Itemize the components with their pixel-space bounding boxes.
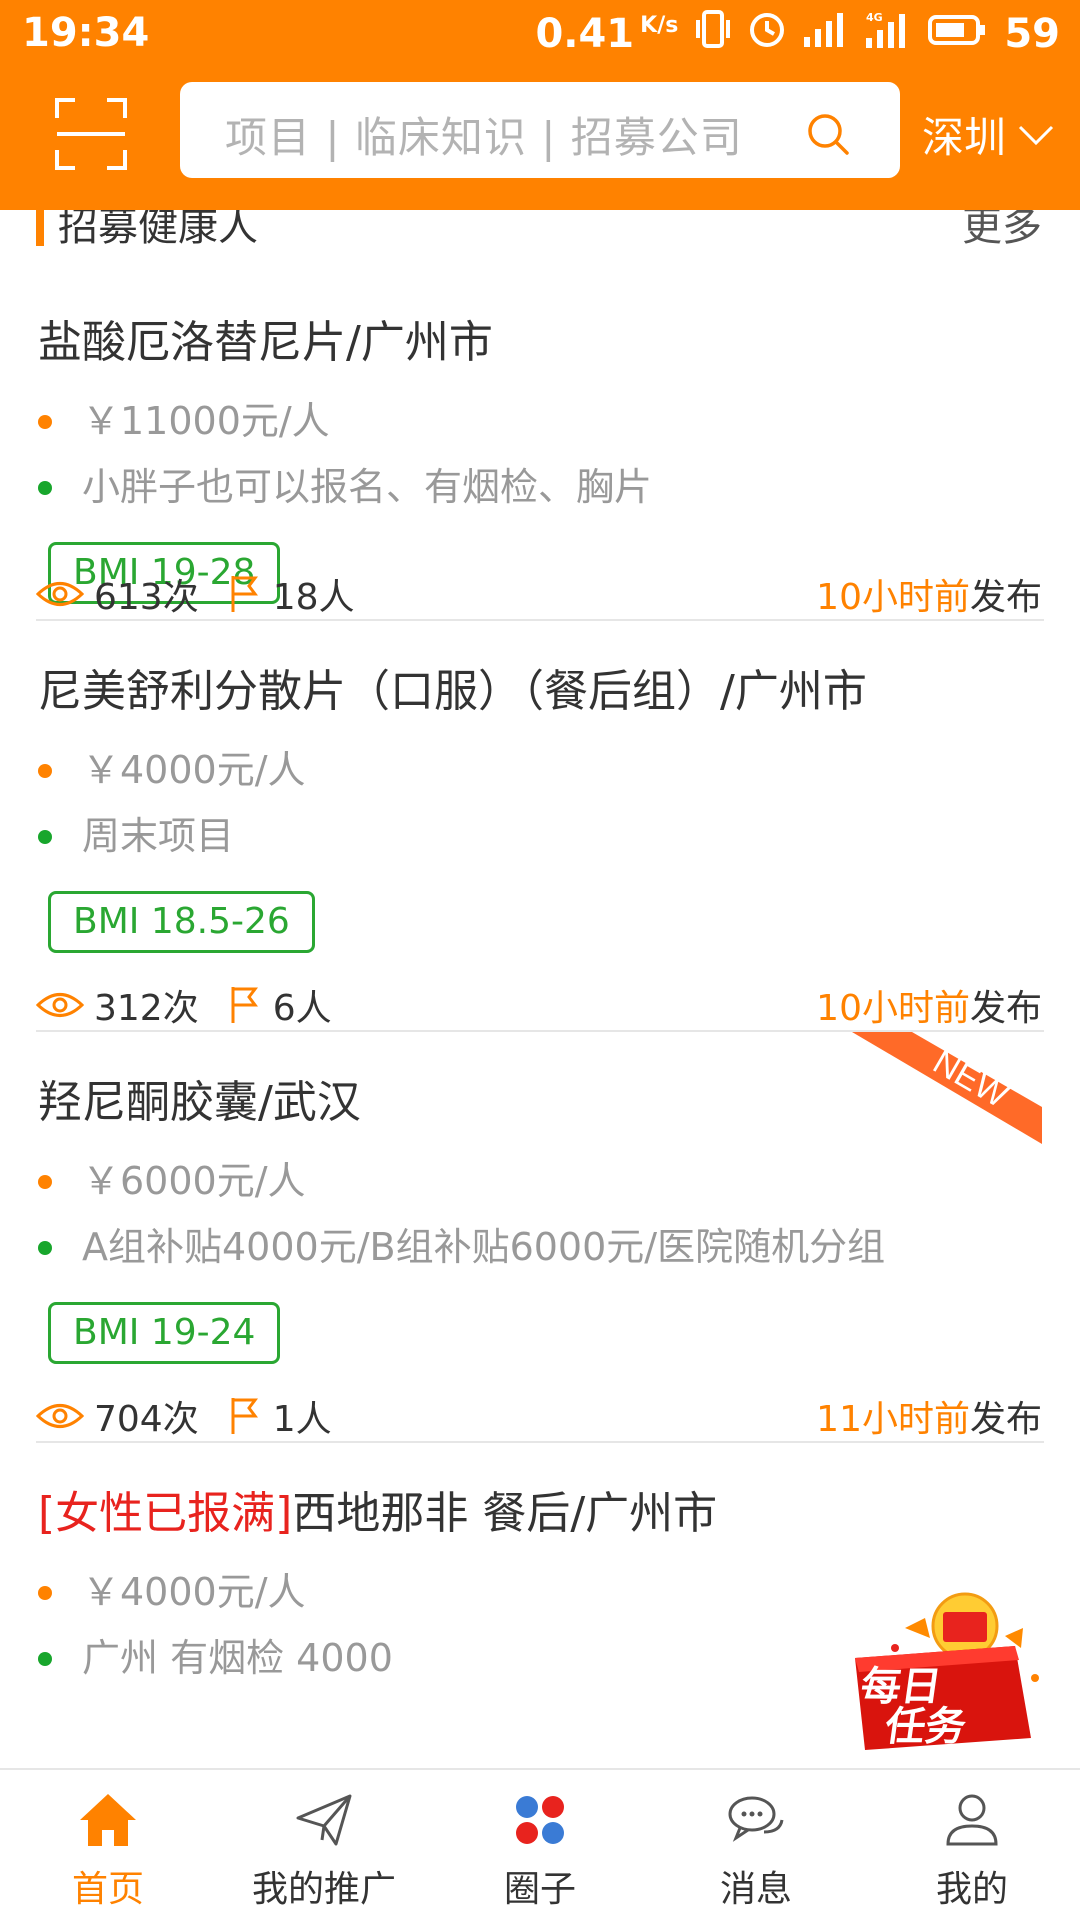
new-ribbon: NEW xyxy=(852,1032,1042,1144)
battery-icon xyxy=(928,11,986,57)
project-card[interactable]: 盐酸厄洛替尼片/广州市 ￥11000元/人 小胖子也可以报名、有烟检、胸片 BM… xyxy=(0,210,1080,621)
chevron-down-icon xyxy=(1018,125,1054,145)
bullet-dot xyxy=(38,1585,52,1600)
bmi-badge: BMI 18.5-26 xyxy=(48,891,315,953)
project-price: ￥4000元/人 xyxy=(82,1570,306,1614)
project-note: 广州 有烟检 4000 xyxy=(82,1636,393,1680)
chat-icon xyxy=(728,1796,784,1842)
bmi-badge: BMI 19-24 xyxy=(48,1302,281,1364)
project-title: [女性已报满]西地那非 餐后/广州市 xyxy=(38,1488,718,1539)
note-line: 广州 有烟检 4000 xyxy=(38,1627,393,1682)
paper-plane-icon xyxy=(296,1794,352,1846)
project-title: 盐酸厄洛替尼片/广州市 xyxy=(38,317,493,368)
flag-icon xyxy=(231,987,258,1023)
nav-circles[interactable]: 圈子 xyxy=(432,1770,648,1922)
project-note: 小胖子也可以报名、有烟检、胸片 xyxy=(82,465,653,509)
price-line: ￥4000元/人 xyxy=(38,739,306,794)
daily-task-button[interactable]: 每日 任务 xyxy=(835,1588,1055,1758)
signup-count: 1人 xyxy=(272,1399,332,1440)
eye-icon xyxy=(36,993,84,1017)
price-line: ￥6000元/人 xyxy=(38,1150,306,1205)
project-flag: [女性已报满] xyxy=(38,1488,293,1539)
speed-value: 0.41 xyxy=(535,11,635,57)
city-selector[interactable]: 深圳 xyxy=(922,104,1054,165)
nav-label: 首页 xyxy=(71,1869,144,1910)
battery-level: 59 xyxy=(1004,11,1060,57)
nav-label: 我的推广 xyxy=(251,1869,396,1910)
note-line: 周末项目 xyxy=(38,805,234,860)
status-bar: 19:34 0.41 K/s 4G 59 xyxy=(0,0,1080,70)
project-stats: 704次 1人 xyxy=(36,1390,332,1442)
city-label: 深圳 xyxy=(922,113,1007,162)
project-list[interactable]: 招募健康人 更多 盐酸厄洛替尼片/广州市 ￥11000元/人 小胖子也可以报名、… xyxy=(0,210,1080,1768)
home-icon xyxy=(80,1794,136,1846)
svg-text:每日: 每日 xyxy=(858,1664,944,1710)
circles-icon xyxy=(516,1796,564,1844)
project-note: 周末项目 xyxy=(82,814,235,858)
nav-label: 消息 xyxy=(719,1869,792,1910)
svg-text:4G: 4G xyxy=(866,11,883,24)
view-count: 704次 xyxy=(94,1399,199,1440)
bullet-dot xyxy=(38,763,52,778)
search-input[interactable]: 项目 | 临床知识 | 招募公司 xyxy=(180,82,900,178)
status-icons: 0.41 K/s 4G 59 xyxy=(535,10,1060,58)
project-title: 尼美舒利分散片（口服）（餐后组）/广州市 xyxy=(38,666,867,717)
scan-button[interactable] xyxy=(55,98,127,170)
bullet-dot xyxy=(38,1651,52,1666)
signup-count: 6人 xyxy=(272,988,332,1029)
signal-4g-icon: 4G xyxy=(864,10,910,58)
svg-text:任务: 任务 xyxy=(882,1704,968,1750)
project-price: ￥11000元/人 xyxy=(82,399,330,443)
project-stats: 312次 6人 xyxy=(36,979,332,1031)
bullet-dot xyxy=(38,1174,52,1189)
nav-label: 圈子 xyxy=(503,1869,576,1910)
speed-unit: K/s xyxy=(640,13,679,38)
price-line: ￥11000元/人 xyxy=(38,390,330,445)
project-card[interactable]: 尼美舒利分散片（口服）（餐后组）/广州市 ￥4000元/人 周末项目 BMI 1… xyxy=(0,621,1080,1032)
project-price: ￥4000元/人 xyxy=(82,748,306,792)
project-note: A组补贴4000元/B组补贴6000元/医院随机分组 xyxy=(82,1225,886,1269)
scan-icon xyxy=(55,98,127,170)
nav-promotion[interactable]: 我的推广 xyxy=(216,1770,432,1922)
top-header: 19:34 0.41 K/s 4G 59 项目 | 临床知识 | 招募公司 深圳 xyxy=(0,0,1080,210)
flag-icon xyxy=(231,1398,258,1434)
eye-icon xyxy=(36,1404,84,1428)
vibrate-icon xyxy=(696,10,731,58)
project-card[interactable]: NEW 羟尼酮胶囊/武汉 ￥6000元/人 A组补贴4000元/B组补贴6000… xyxy=(0,1032,1080,1443)
bullet-dot xyxy=(38,480,52,495)
price-line: ￥4000元/人 xyxy=(38,1561,306,1616)
search-placeholder: 项目 | 临床知识 | 招募公司 xyxy=(225,113,743,162)
posted-time: 10小时前发布 xyxy=(816,577,1042,618)
note-line: 小胖子也可以报名、有烟检、胸片 xyxy=(38,456,652,511)
status-time: 19:34 xyxy=(22,10,150,56)
posted-time: 11小时前发布 xyxy=(816,1399,1042,1440)
nav-messages[interactable]: 消息 xyxy=(648,1770,864,1922)
svg-text:NEW: NEW xyxy=(927,1043,1015,1116)
project-stats: 613次 18人 xyxy=(36,568,355,620)
view-count: 613次 xyxy=(94,577,199,618)
posted-time: 10小时前发布 xyxy=(816,988,1042,1029)
bullet-dot xyxy=(38,1240,52,1255)
network-speed: 0.41 K/s xyxy=(535,11,678,57)
flag-icon xyxy=(231,576,258,612)
nav-profile[interactable]: 我的 xyxy=(864,1770,1080,1922)
view-count: 312次 xyxy=(94,988,199,1029)
search-icon[interactable] xyxy=(806,112,850,156)
alarm-icon xyxy=(748,10,786,58)
signal-icon xyxy=(804,11,846,57)
nav-home[interactable]: 首页 xyxy=(0,1770,216,1922)
bullet-dot xyxy=(38,829,52,844)
project-title: 羟尼酮胶囊/武汉 xyxy=(38,1077,361,1128)
project-price: ￥6000元/人 xyxy=(82,1159,306,1203)
nav-label: 我的 xyxy=(935,1869,1008,1910)
signup-count: 18人 xyxy=(272,577,355,618)
bullet-dot xyxy=(38,414,52,429)
user-icon xyxy=(946,1794,998,1846)
bottom-nav: 首页 我的推广 圈子 消息 我的 xyxy=(0,1768,1080,1922)
eye-icon xyxy=(36,582,84,606)
note-line: A组补贴4000元/B组补贴6000元/医院随机分组 xyxy=(38,1216,885,1271)
daily-task-badge-icon: 每日 任务 xyxy=(855,1592,1039,1750)
